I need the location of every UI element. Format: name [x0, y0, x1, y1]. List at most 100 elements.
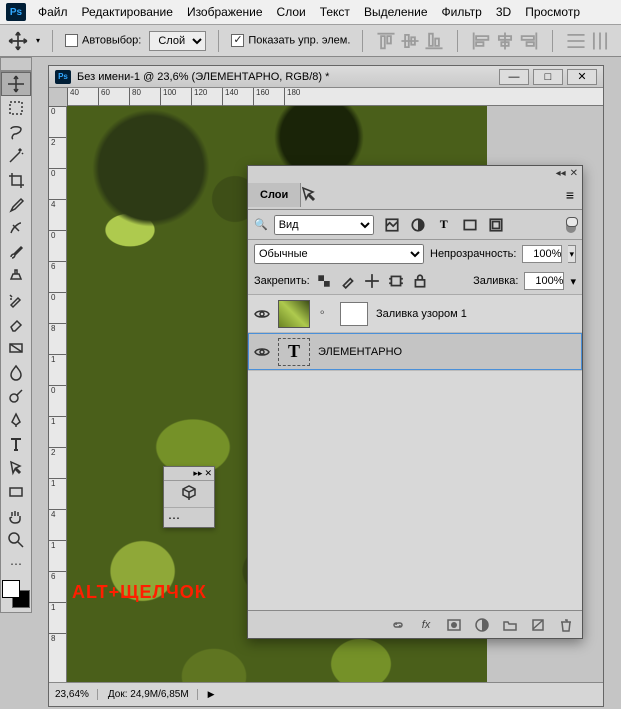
crop-tool[interactable] — [1, 168, 31, 192]
panel-menu-icon[interactable]: ≡ — [558, 187, 582, 203]
menu-image[interactable]: Изображение — [187, 5, 263, 19]
lock-label: Закрепить: — [254, 275, 310, 287]
history-brush-tool[interactable] — [1, 288, 31, 312]
link-mask-icon[interactable]: ⚬ — [318, 308, 330, 319]
filter-shape-icon[interactable] — [462, 217, 478, 233]
horizontal-ruler[interactable]: 40 60 80 100 120 140 160 180 — [67, 88, 603, 106]
menu-text[interactable]: Текст — [320, 5, 350, 19]
vertical-ruler[interactable]: 0 2 0 4 0 6 0 8 1 0 1 2 1 4 1 6 1 8 — [49, 106, 67, 682]
menu-view[interactable]: Просмотр — [525, 5, 580, 19]
menu-layers[interactable]: Слои — [277, 5, 306, 19]
layer-row-text[interactable]: T ЭЛЕМЕНТАРНО — [248, 333, 582, 371]
filter-type-select[interactable]: Вид — [274, 215, 374, 235]
visibility-toggle-icon[interactable] — [254, 344, 270, 360]
move-tool[interactable] — [1, 72, 31, 96]
status-flyout-icon[interactable]: ▶ — [208, 689, 215, 700]
lock-pixels-icon[interactable] — [340, 273, 356, 289]
path-selection-tool[interactable] — [1, 456, 31, 480]
fill-dropdown-icon[interactable]: ▾ — [570, 275, 576, 288]
menu-filter[interactable]: Фильтр — [442, 5, 482, 19]
dodge-tool[interactable] — [1, 384, 31, 408]
toolbox-collapse-toggle[interactable] — [0, 57, 32, 71]
foreground-swatch[interactable] — [2, 580, 20, 598]
marquee-tool[interactable] — [1, 96, 31, 120]
panel-close-icon[interactable]: ✕ — [204, 468, 212, 479]
fill-input[interactable] — [524, 272, 564, 290]
panel-3d-icon[interactable] — [180, 483, 198, 506]
new-adjustment-icon[interactable] — [474, 617, 490, 633]
document-titlebar[interactable]: Ps Без имени-1 @ 23,6% (ЭЛЕМЕНТАРНО, RGB… — [49, 66, 603, 88]
edit-toolbar-button[interactable]: ⋯ — [1, 552, 31, 576]
zoom-readout[interactable]: 23,64% — [55, 689, 98, 700]
filter-type-icon[interactable]: T — [436, 217, 452, 233]
layers-footer: fx — [248, 610, 582, 638]
hand-tool[interactable] — [1, 504, 31, 528]
blend-mode-select[interactable]: Обычные — [254, 244, 424, 264]
rectangle-tool[interactable] — [1, 480, 31, 504]
lock-artboard-icon[interactable] — [388, 273, 404, 289]
text-layer-thumbnail[interactable]: T — [278, 338, 310, 366]
align-left-icon[interactable] — [470, 30, 492, 52]
layers-tab[interactable]: Слои — [248, 183, 301, 207]
autoselect-scope-select[interactable]: Слой — [149, 31, 206, 51]
visibility-toggle-icon[interactable] — [254, 306, 270, 322]
filter-pixel-icon[interactable] — [384, 217, 400, 233]
lock-position-icon[interactable] — [364, 273, 380, 289]
delete-layer-icon[interactable] — [558, 617, 574, 633]
align-hcenter-icon[interactable] — [494, 30, 516, 52]
gradient-tool[interactable] — [1, 336, 31, 360]
new-layer-icon[interactable] — [530, 617, 546, 633]
panel-close-icon[interactable]: ✕ — [570, 168, 578, 179]
filter-adjustment-icon[interactable] — [410, 217, 426, 233]
color-swatches[interactable] — [2, 580, 30, 608]
layer-row-pattern-fill[interactable]: ⚬ Заливка узором 1 — [248, 295, 582, 333]
collapsed-panel[interactable]: ▸▸✕ ⋯ — [163, 466, 215, 528]
distribute-icon[interactable] — [565, 30, 587, 52]
panel-collapse-icon[interactable]: ◂◂ — [556, 168, 566, 179]
doc-size-readout[interactable]: Док: 24,9M/6,85M — [108, 689, 198, 700]
window-close-button[interactable]: ✕ — [567, 69, 597, 85]
align-right-icon[interactable] — [518, 30, 540, 52]
layer-name[interactable]: ЭЛЕМЕНТАРНО — [318, 346, 402, 358]
magic-wand-tool[interactable] — [1, 144, 31, 168]
healing-brush-tool[interactable] — [1, 216, 31, 240]
lasso-tool[interactable] — [1, 120, 31, 144]
menu-select[interactable]: Выделение — [364, 5, 428, 19]
layer-mask-thumbnail[interactable] — [340, 302, 368, 326]
lock-transparency-icon[interactable] — [316, 273, 332, 289]
zoom-tool[interactable] — [1, 528, 31, 552]
layer-name[interactable]: Заливка узором 1 — [376, 308, 467, 320]
window-maximize-button[interactable]: □ — [533, 69, 563, 85]
show-controls-checkbox[interactable]: Показать упр. элем. — [231, 34, 350, 47]
opacity-input[interactable] — [522, 245, 562, 263]
panel-expand-icon[interactable]: ▸▸ — [193, 468, 202, 479]
filter-toggle-switch[interactable] — [566, 217, 576, 233]
add-mask-icon[interactable] — [446, 617, 462, 633]
blur-tool[interactable] — [1, 360, 31, 384]
pen-tool[interactable] — [1, 408, 31, 432]
layer-fx-icon[interactable]: fx — [418, 617, 434, 633]
menu-edit[interactable]: Редактирование — [82, 5, 173, 19]
link-layers-icon[interactable] — [390, 617, 406, 633]
filter-smart-icon[interactable] — [488, 217, 504, 233]
autoselect-checkbox[interactable]: Автовыбор: — [65, 34, 141, 47]
menu-3d[interactable]: 3D — [496, 5, 511, 19]
new-group-icon[interactable] — [502, 617, 518, 633]
clone-stamp-tool[interactable] — [1, 264, 31, 288]
brush-tool[interactable] — [1, 240, 31, 264]
opacity-dropdown-icon[interactable]: ▾ — [568, 245, 576, 263]
align-top-icon[interactable] — [375, 30, 397, 52]
align-vcenter-icon[interactable] — [399, 30, 421, 52]
panel-options-icon[interactable]: ⋯ — [168, 511, 180, 525]
ruler-tick: 100 — [160, 88, 191, 106]
menu-file[interactable]: Файл — [38, 5, 68, 19]
tool-dropdown-icon[interactable]: ▾ — [36, 36, 40, 45]
type-tool[interactable] — [1, 432, 31, 456]
eyedropper-tool[interactable] — [1, 192, 31, 216]
eraser-tool[interactable] — [1, 312, 31, 336]
layer-thumbnail[interactable] — [278, 300, 310, 328]
align-bottom-icon[interactable] — [423, 30, 445, 52]
window-minimize-button[interactable]: — — [499, 69, 529, 85]
distribute-v-icon[interactable] — [589, 30, 611, 52]
lock-all-icon[interactable] — [412, 273, 428, 289]
